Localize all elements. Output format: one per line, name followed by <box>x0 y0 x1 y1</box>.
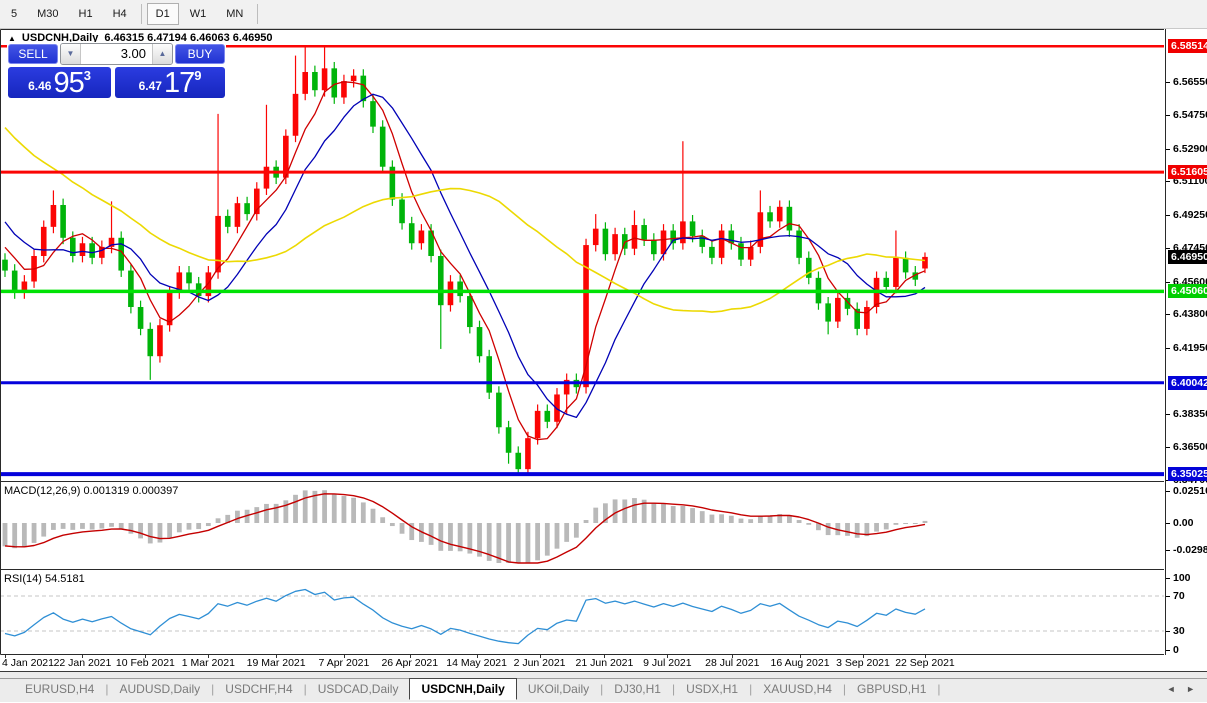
tab-usdcad-daily[interactable]: USDCAD,Daily <box>307 679 410 700</box>
buy-price-sup: 9 <box>194 68 201 83</box>
axis-tick-mark <box>1166 578 1170 579</box>
axis-tick-mark <box>1166 596 1170 597</box>
rsi-axis-label: 70 <box>1173 590 1185 602</box>
tab-eurusd-h4[interactable]: EURUSD,H4 <box>14 679 105 700</box>
timeframe-button-m30[interactable]: M30 <box>28 3 67 25</box>
price-badge-6.35025: 6.35025 <box>1168 467 1207 481</box>
price-badge-6.40042: 6.40042 <box>1168 376 1207 390</box>
price-axis-label: 6.38350 <box>1173 408 1207 420</box>
axis-tick-mark <box>1166 149 1170 150</box>
price-axis-label: 6.41950 <box>1173 342 1207 354</box>
buy-price-big: 17 <box>164 70 194 96</box>
timeframe-toolbar: 5M30H1H4 D1W1MN <box>0 0 1207 29</box>
bottom-strip <box>0 700 1207 702</box>
rsi-indicator-label: RSI(14) 54.5181 <box>4 573 85 585</box>
tab-gbpusd-h1[interactable]: GBPUSD,H1 <box>846 679 937 700</box>
sell-price-sup: 3 <box>84 68 91 83</box>
date-label: 7 Apr 2021 <box>319 657 370 669</box>
rsi-axis-label: 30 <box>1173 625 1185 637</box>
axis-tick-mark <box>1166 181 1170 182</box>
buy-price-box[interactable]: 6.47 17 9 <box>115 67 225 98</box>
tab-separator: | <box>937 679 940 700</box>
price-badge-6.58514: 6.58514 <box>1168 39 1207 53</box>
axis-tick-mark <box>1166 491 1170 492</box>
rsi-axis-label: 0 <box>1173 644 1179 656</box>
tab-usdcnh-daily[interactable]: USDCNH,Daily <box>409 678 516 700</box>
tab-usdchf-h4[interactable]: USDCHF,H4 <box>214 679 303 700</box>
axis-tick-mark <box>1166 523 1170 524</box>
date-label: 14 May 2021 <box>446 657 507 669</box>
tab-usdx-h1[interactable]: USDX,H1 <box>675 679 749 700</box>
tab-audusd-daily[interactable]: AUDUSD,Daily <box>108 679 211 700</box>
timeframe-button-d1[interactable]: D1 <box>147 3 179 25</box>
macd-axis-label: 0.025108 <box>1173 485 1207 497</box>
date-label: 28 Jul 2021 <box>705 657 759 669</box>
price-badge-6.46950: 6.46950 <box>1168 250 1207 264</box>
timeframe-button-5[interactable]: 5 <box>2 3 26 25</box>
buy-button[interactable]: BUY <box>175 44 225 64</box>
sell-price-big: 95 <box>53 70 83 96</box>
axis-tick-mark <box>1166 414 1170 415</box>
price-axis-label: 6.56550 <box>1173 76 1207 88</box>
date-label: 1 Mar 2021 <box>182 657 235 669</box>
symbol-tabbar: EURUSD,H4|AUDUSD,Daily|USDCHF,H4|USDCAD,… <box>0 678 1207 700</box>
date-axis: 4 Jan 202122 Jan 2021 10 Feb 2021 1 Mar 20… <box>0 655 1207 672</box>
sell-button[interactable]: SELL <box>8 44 58 64</box>
axis-tick-mark <box>1166 650 1170 651</box>
axis-tick-mark <box>1166 631 1170 632</box>
buy-price-small: 6.47 <box>139 79 162 93</box>
sell-price-box[interactable]: 6.46 95 3 <box>8 67 111 98</box>
date-label: 16 Aug 2021 <box>771 657 830 669</box>
tab-ukoil-daily[interactable]: UKOil,Daily <box>517 679 600 700</box>
timeframe-button-mn[interactable]: MN <box>217 3 252 25</box>
macd-axis-label: -0.029881 <box>1173 544 1207 556</box>
volume-up-icon[interactable]: ▲ <box>152 44 172 64</box>
price-axis-label: 6.49250 <box>1173 209 1207 221</box>
timeframe-button-h4[interactable]: H4 <box>104 3 136 25</box>
toolbar-separator <box>141 4 142 24</box>
timeframe-button-w1[interactable]: W1 <box>181 3 216 25</box>
timeframe-button-h1[interactable]: H1 <box>70 3 102 25</box>
date-label: 26 Apr 2021 <box>381 657 438 669</box>
date-label: 22 Sep 2021 <box>895 657 955 669</box>
price-axis-label: 6.54750 <box>1173 109 1207 121</box>
volume-input[interactable]: 3.00 <box>81 44 152 64</box>
axis-tick-mark <box>1166 82 1170 83</box>
axis-tick-mark <box>1166 215 1170 216</box>
date-label: 3 Sep 2021 <box>836 657 890 669</box>
toolbar-separator <box>257 4 258 24</box>
date-label: 19 Mar 2021 <box>247 657 306 669</box>
price-axis-label: 6.52900 <box>1173 143 1207 155</box>
volume-stepper: ▼ 3.00 ▲ <box>60 43 173 65</box>
axis-tick-mark <box>1166 115 1170 116</box>
price-axis-label: 6.36500 <box>1173 441 1207 453</box>
tab-scroll-arrows[interactable]: ◄ ► <box>1167 684 1199 694</box>
axis-tick-mark <box>1166 447 1170 448</box>
price-axis: 6.565506.547506.529006.511006.492506.474… <box>1165 29 1207 655</box>
price-badge-6.51605: 6.51605 <box>1168 165 1207 179</box>
date-label: 9 Jul 2021 <box>643 657 691 669</box>
tab-xauusd-h4[interactable]: XAUUSD,H4 <box>752 679 843 700</box>
volume-down-icon[interactable]: ▼ <box>61 44 81 64</box>
axis-tick-mark <box>1166 314 1170 315</box>
price-axis-label: 6.43800 <box>1173 308 1207 320</box>
rsi-axis-label: 100 <box>1173 572 1191 584</box>
date-label: 10 Feb 2021 <box>116 657 175 669</box>
tab-dj30-h1[interactable]: DJ30,H1 <box>603 679 672 700</box>
date-label: 2 Jun 2021 <box>514 657 566 669</box>
axis-tick-mark <box>1166 282 1170 283</box>
sell-price-small: 6.46 <box>28 79 51 93</box>
price-chart[interactable] <box>0 29 1165 655</box>
price-badge-6.45060: 6.45060 <box>1168 284 1207 298</box>
date-label: 4 Jan 2021 <box>2 657 54 669</box>
axis-tick-mark <box>1166 550 1170 551</box>
macd-axis-label: 0.00 <box>1173 517 1193 529</box>
date-label: 21 Jun 2021 <box>576 657 634 669</box>
macd-indicator-label: MACD(12,26,9) 0.001319 0.000397 <box>4 485 178 497</box>
axis-tick-mark <box>1166 248 1170 249</box>
axis-tick-mark <box>1166 348 1170 349</box>
chart-window: ▲ USDCNH,Daily 6.46315 6.47194 6.46063 6… <box>0 29 1207 655</box>
one-click-trade-panel: SELL ▼ 3.00 ▲ BUY 6.46 95 3 6.47 17 9 <box>7 42 226 99</box>
date-label: 22 Jan 2021 <box>54 657 112 669</box>
